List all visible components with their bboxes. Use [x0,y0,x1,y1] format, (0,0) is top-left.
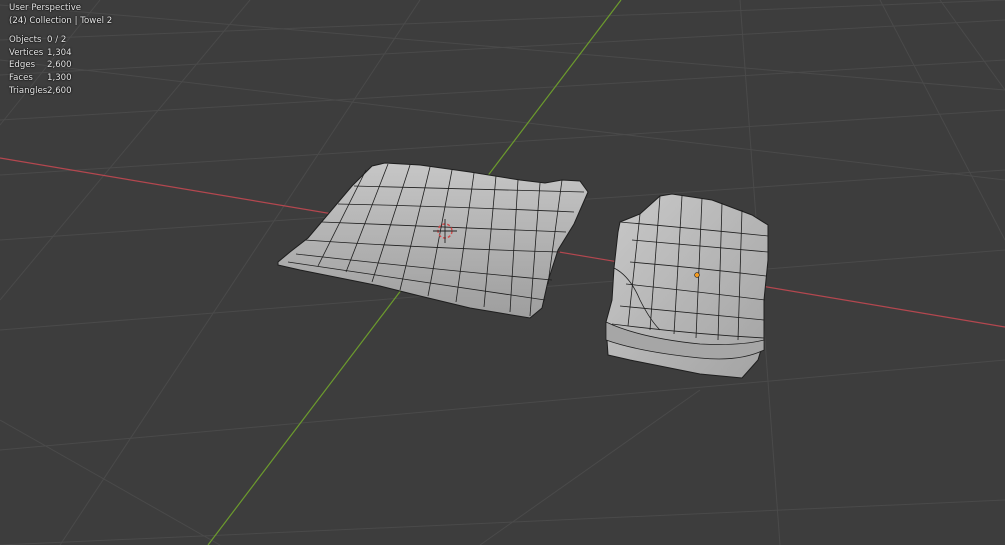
towel-mesh-folded[interactable] [605,193,769,379]
viewport-scene[interactable] [0,0,1005,545]
3d-viewport[interactable]: User Perspective (24) Collection | Towel… [0,0,1005,545]
towel-mesh-flat[interactable] [277,162,589,319]
object-origin-dot [694,272,700,278]
